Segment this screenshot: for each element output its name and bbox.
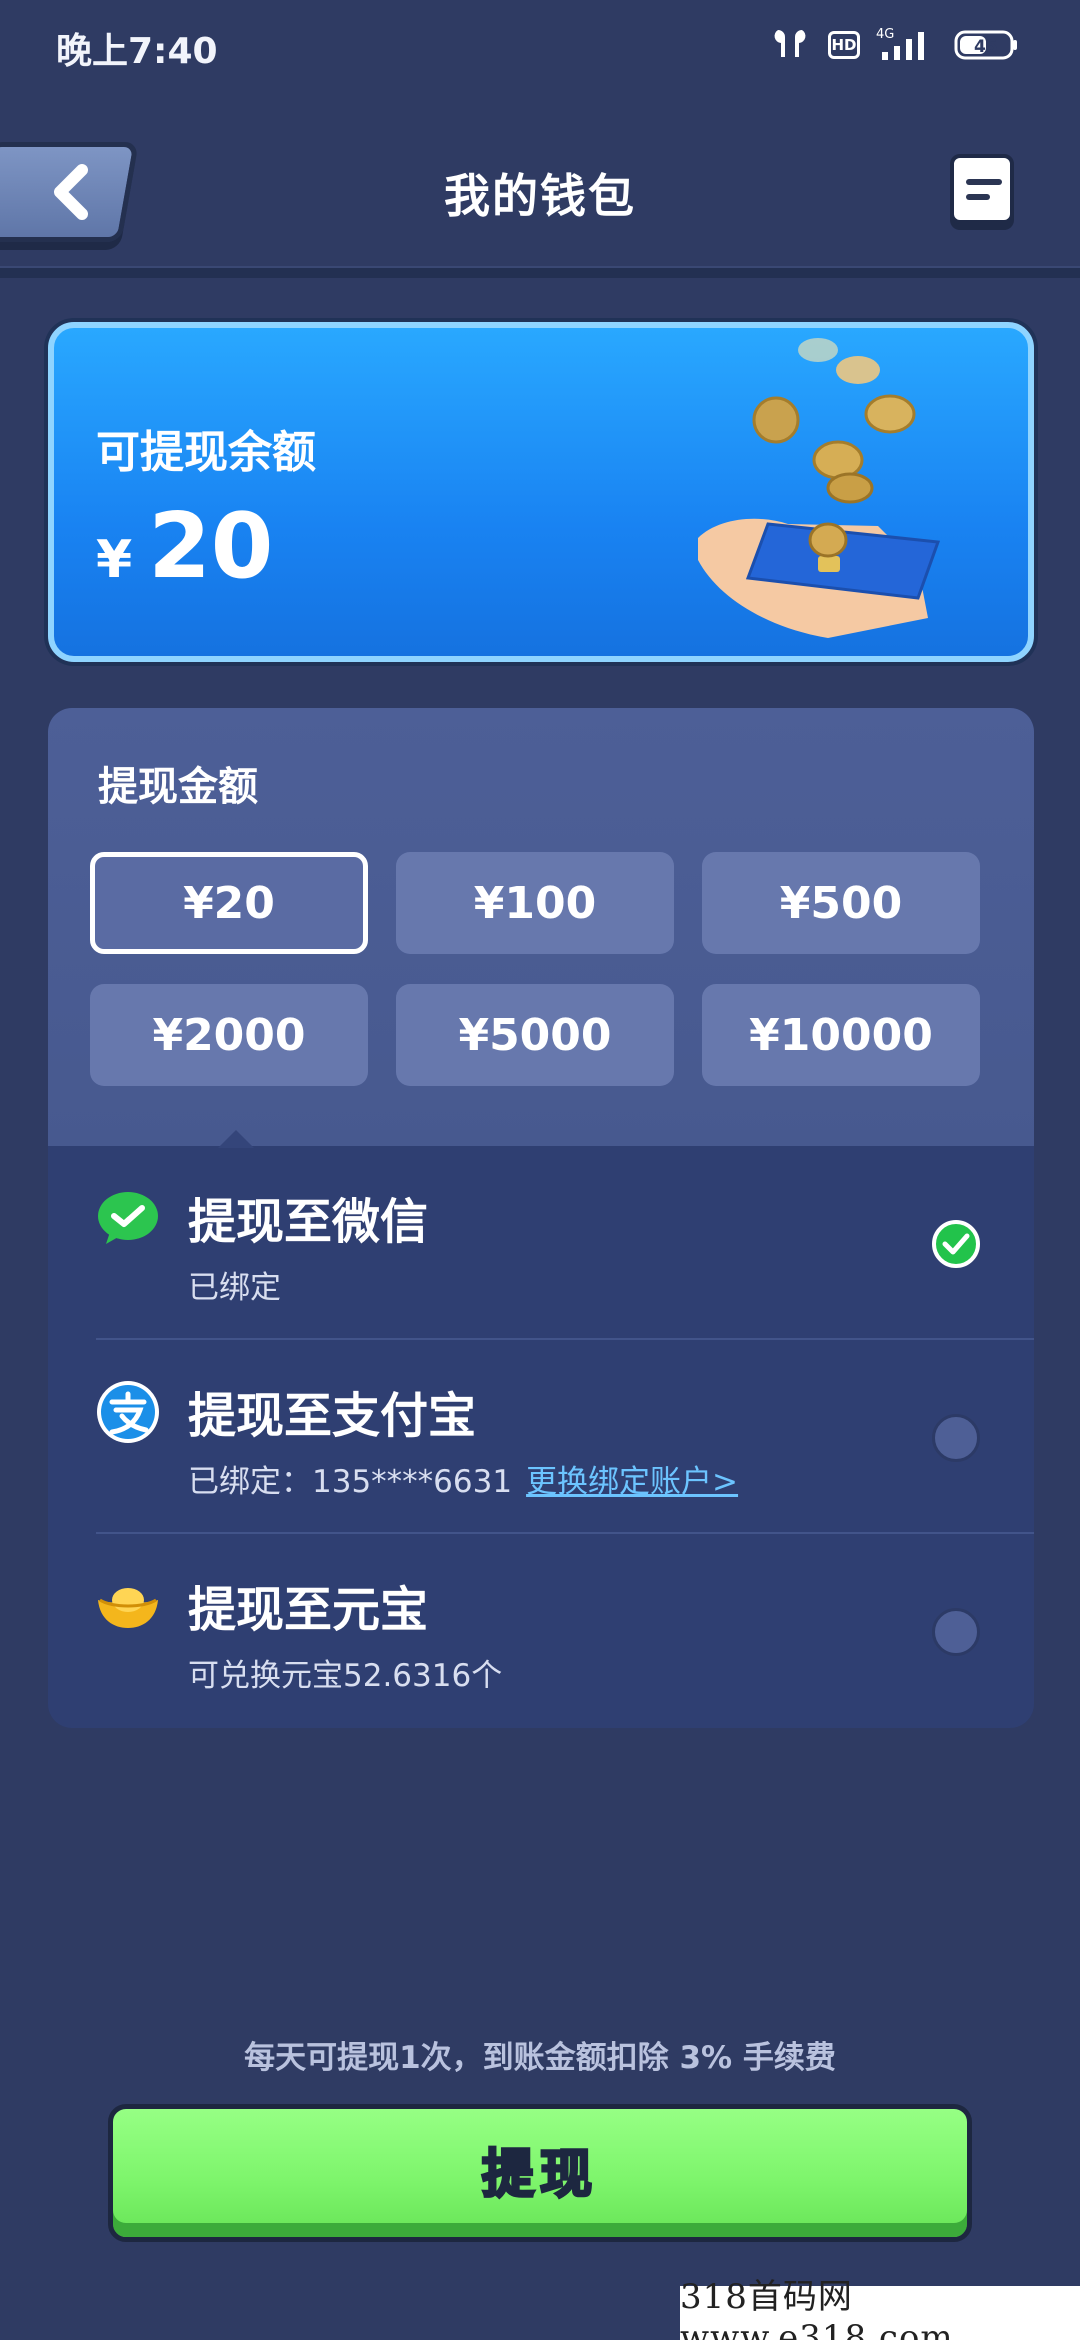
fee-note: 每天可提现1次，到账金额扣除 3% 手续费 [244,2040,836,2076]
method-yuanbao[interactable]: 提现至元宝 可兑换元宝52.6316个 [48,1534,1034,1728]
withdraw-button-label: 提现 [480,2143,598,2206]
battery-icon: 45 [954,30,1017,60]
amount-option-500[interactable]: ¥500 [702,852,980,954]
hd-badge: HD [828,31,860,59]
amount-section-title: 提现金额 [98,764,258,810]
method-title: 提现至元宝 [188,1582,429,1638]
balance-value: 20 [148,494,274,599]
amount-option-10000[interactable]: ¥10000 [702,984,980,1086]
balance-label: 可提现余额 [96,427,316,478]
page-title: 我的钱包 [444,169,636,223]
earbuds-icon [774,30,806,57]
alipay-radio[interactable] [932,1414,980,1462]
change-account-link[interactable]: 更换绑定账户> [526,1464,738,1500]
header-divider [0,266,1080,278]
wechat-icon [98,1192,158,1244]
gold-ingot-icon [98,1588,158,1628]
signal-icon: 4G [876,27,924,60]
amount-section: 提现金额 ¥20 ¥100 ¥500 ¥2000 ¥5000 ¥10000 [48,708,1034,1148]
amount-option-100[interactable]: ¥100 [396,852,674,954]
amount-option-20[interactable]: ¥20 [90,852,368,954]
amount-option-2000[interactable]: ¥2000 [90,984,368,1086]
status-icons: HD 4G 45 [768,22,1018,68]
status-time: 晚上7:40 [56,31,218,72]
network-label: 4G [876,27,894,42]
method-alipay[interactable]: 提现至支付宝 已绑定：135****6631 更换绑定账户> [48,1340,1034,1534]
method-status: 已绑定 [188,1270,281,1306]
yuanbao-radio[interactable] [932,1608,980,1656]
method-status: 已绑定：135****6631 更换绑定账户> [188,1456,738,1501]
records-menu-button[interactable] [950,154,1014,224]
battery-level: 45 [974,37,998,57]
balance-amount: ¥ 20 [96,494,273,599]
check-icon [942,1233,970,1255]
method-title: 提现至微信 [188,1194,429,1250]
hand-coins-illustration [698,338,941,638]
wechat-radio[interactable] [932,1220,980,1268]
bound-account: 已绑定：135****6631 [188,1464,513,1500]
balance-card: 可提现余额 ¥ 20 [48,322,1034,662]
withdraw-button[interactable]: 提现 [108,2104,972,2242]
menu-lines-icon [966,178,1002,185]
withdraw-panel: 提现金额 ¥20 ¥100 ¥500 ¥2000 ¥5000 ¥10000 提现… [48,708,1034,1728]
amount-option-5000[interactable]: ¥5000 [396,984,674,1086]
watermark: 318首码网 www.e318.com [680,2277,1080,2340]
method-status: 可兑换元宝52.6316个 [188,1658,503,1694]
method-title: 提现至支付宝 [188,1388,477,1444]
balance-currency: ¥ [96,530,133,590]
status-bar: 晚上7:40 HD 4G 45 [0,0,1080,90]
alipay-icon [97,1381,159,1443]
method-wechat[interactable]: 提现至微信 已绑定 [48,1146,1034,1340]
header: 我的钱包 [0,120,1080,270]
